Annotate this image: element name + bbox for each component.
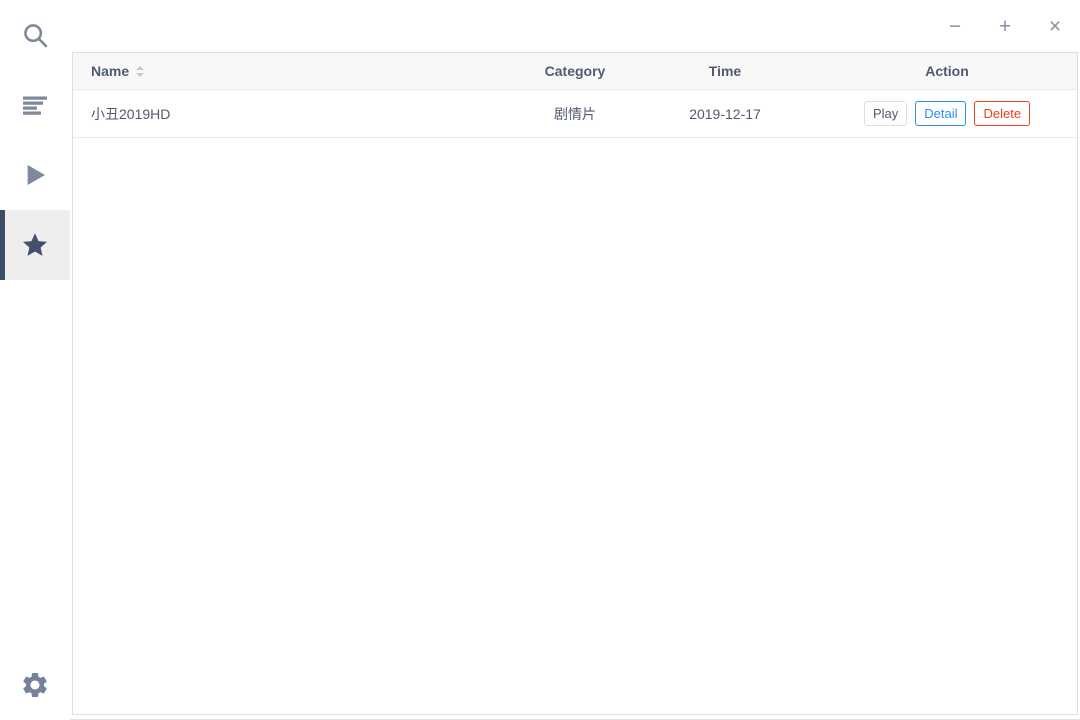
sidebar-item-settings[interactable] [0,650,70,720]
minimize-button[interactable]: − [943,12,967,40]
titlebar: − + × [70,0,1080,52]
sidebar-item-favorites[interactable] [0,210,70,280]
cell-name: 小丑2019HD [91,105,171,122]
favorites-table: Name Category Time Action 小丑2019HD 剧情片 2… [72,52,1078,715]
gear-icon [23,673,47,697]
delete-button[interactable]: Delete [974,101,1031,126]
cell-category: 剧情片 [554,105,596,122]
sort-carets-icon[interactable] [136,65,145,77]
column-header-action: Action [925,63,969,79]
list-icon [23,96,47,115]
detail-button[interactable]: Detail [915,101,967,126]
maximize-button[interactable]: + [993,12,1017,40]
sidebar [0,0,70,720]
sidebar-item-player[interactable] [0,140,70,210]
sidebar-item-playlist[interactable] [0,70,70,140]
cell-actions: Play Detail Delete [789,90,1077,137]
play-button[interactable]: Play [863,101,908,126]
star-icon [23,233,47,256]
column-header-name[interactable]: Name [73,53,489,89]
play-icon [27,165,45,185]
search-icon [23,23,47,47]
table-header-row: Name Category Time Action [73,53,1077,90]
sidebar-item-search[interactable] [0,0,70,70]
table-row: 小丑2019HD 剧情片 2019-12-17 Play Detail Dele… [73,90,1077,138]
column-header-time: Time [708,63,742,79]
cell-time: 2019-12-17 [689,105,761,122]
column-header-category: Category [544,63,606,79]
column-header-name-label: Name [91,63,130,79]
close-button[interactable]: × [1043,12,1067,40]
